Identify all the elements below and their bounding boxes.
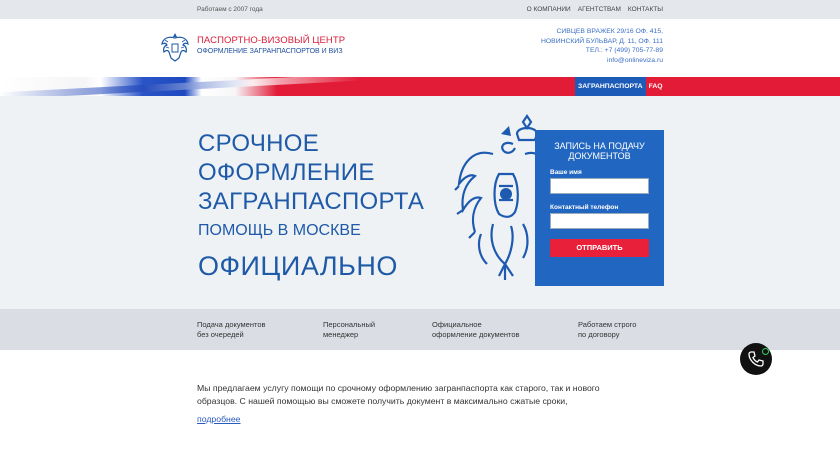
address-line-1: СИВЦЕВ ВРАЖЕК 29/16 ОФ. 415,	[556, 28, 663, 35]
email-link[interactable]: info@onlineviza.ru	[541, 56, 663, 66]
online-indicator	[762, 348, 769, 355]
phone-label: Контактный телефон	[550, 204, 619, 211]
feature-line-1: Подача документов	[197, 320, 266, 329]
coat-of-arms-icon[interactable]	[160, 30, 190, 64]
hero-line-2: ОФОРМЛЕНИЕ	[198, 159, 375, 186]
top-nav-contacts[interactable]: КОНТАКТЫ	[628, 6, 663, 13]
service-description: Мы предлагаем услугу помощи по срочному …	[197, 382, 647, 408]
description-line-1: Мы предлагаем услугу помощи по срочному …	[197, 383, 600, 393]
hero-section: СРОЧНОЕ ОФОРМЛЕНИЕ ЗАГРАНПАСПОРТА ПОМОЩЬ…	[0, 96, 840, 309]
feature-line-2: менеджер	[323, 330, 359, 339]
callback-button[interactable]	[740, 343, 772, 375]
form-title: ЗАПИСЬ НА ПОДАЧУ ДОКУМЕНТОВ	[535, 141, 664, 161]
tab-passports[interactable]: ЗАГРАНПАСПОРТА	[575, 77, 646, 96]
feature-item: Персональный менеджер	[323, 320, 375, 340]
name-input[interactable]	[550, 178, 649, 194]
hero-line-1: СРОЧНОЕ	[198, 130, 320, 157]
brand-title: ПАСПОРТНО-ВИЗОВЫЙ ЦЕНТР	[197, 35, 346, 46]
main-nav: ЗАГРАНПАСПОРТА FAQ	[0, 77, 840, 96]
top-nav: О КОМПАНИИ АГЕНТСТВАМ КОНТАКТЫ	[527, 6, 663, 13]
contacts-block: СИВЦЕВ ВРАЖЕК 29/16 ОФ. 415, НОВИНСКИЙ Б…	[541, 27, 663, 65]
top-bar: Работаем с 2007 года О КОМПАНИИ АГЕНТСТВ…	[0, 0, 840, 19]
feature-item: Работаем строго по договору	[578, 320, 636, 340]
since-text: Работаем с 2007 года	[197, 6, 263, 13]
features-bar: Подача документов без очередей Персональ…	[0, 309, 840, 350]
form-title-line-2: ДОКУМЕНТОВ	[568, 151, 631, 161]
nav-tabs: ЗАГРАНПАСПОРТА FAQ	[575, 77, 666, 96]
brand[interactable]: ПАСПОРТНО-ВИЗОВЫЙ ЦЕНТР ОФОРМЛЕНИЕ ЗАГРА…	[197, 35, 345, 55]
feature-line-1: Персональный	[323, 320, 376, 329]
description-line-2: образцов. С нашей помощью вы сможете пол…	[197, 396, 568, 406]
hero-heading: СРОЧНОЕ ОФОРМЛЕНИЕ ЗАГРАНПАСПОРТА	[198, 129, 424, 216]
hero-official: ОФИЦИАЛЬНО	[198, 251, 398, 281]
flag-ribbon	[0, 77, 360, 96]
address-line-2: НОВИНСКИЙ БУЛЬВАР, Д. 11, ОФ. 111	[540, 37, 663, 45]
tab-faq[interactable]: FAQ	[646, 77, 666, 96]
top-nav-about[interactable]: О КОМПАНИИ	[527, 6, 571, 13]
feature-line-2: оформление документов	[432, 330, 520, 339]
site-header: ПАСПОРТНО-ВИЗОВЫЙ ЦЕНТР ОФОРМЛЕНИЕ ЗАГРА…	[0, 19, 840, 77]
hero-subheading: ПОМОЩЬ В МОСКВЕ	[198, 222, 361, 239]
name-label: Ваше имя	[550, 169, 582, 176]
feature-line-2: по договору	[578, 330, 620, 339]
feature-line-1: Официальное	[432, 320, 482, 329]
feature-line-2: без очередей	[197, 330, 244, 339]
phone-input[interactable]	[550, 213, 649, 229]
feature-item: Подача документов без очередей	[197, 320, 266, 340]
feature-item: Официальное оформление документов	[432, 320, 520, 340]
phone-number[interactable]: ТЕЛ.: +7 (499) 705-77-89	[541, 46, 663, 56]
brand-subtitle: ОФОРМЛЕНИЕ ЗАГРАНПАСПОРТОВ И ВИЗ	[197, 48, 343, 55]
feature-line-1: Работаем строго	[578, 320, 637, 329]
form-title-line-1: ЗАПИСЬ НА ПОДАЧУ	[554, 141, 645, 151]
top-nav-agencies[interactable]: АГЕНТСТВАМ	[578, 6, 621, 13]
read-more-link[interactable]: подробнее	[197, 414, 241, 424]
hero-line-3: ЗАГРАНПАСПОРТА	[198, 188, 425, 215]
appointment-form: ЗАПИСЬ НА ПОДАЧУ ДОКУМЕНТОВ Ваше имя Кон…	[535, 130, 664, 286]
submit-button[interactable]: ОТПРАВИТЬ	[550, 239, 649, 257]
